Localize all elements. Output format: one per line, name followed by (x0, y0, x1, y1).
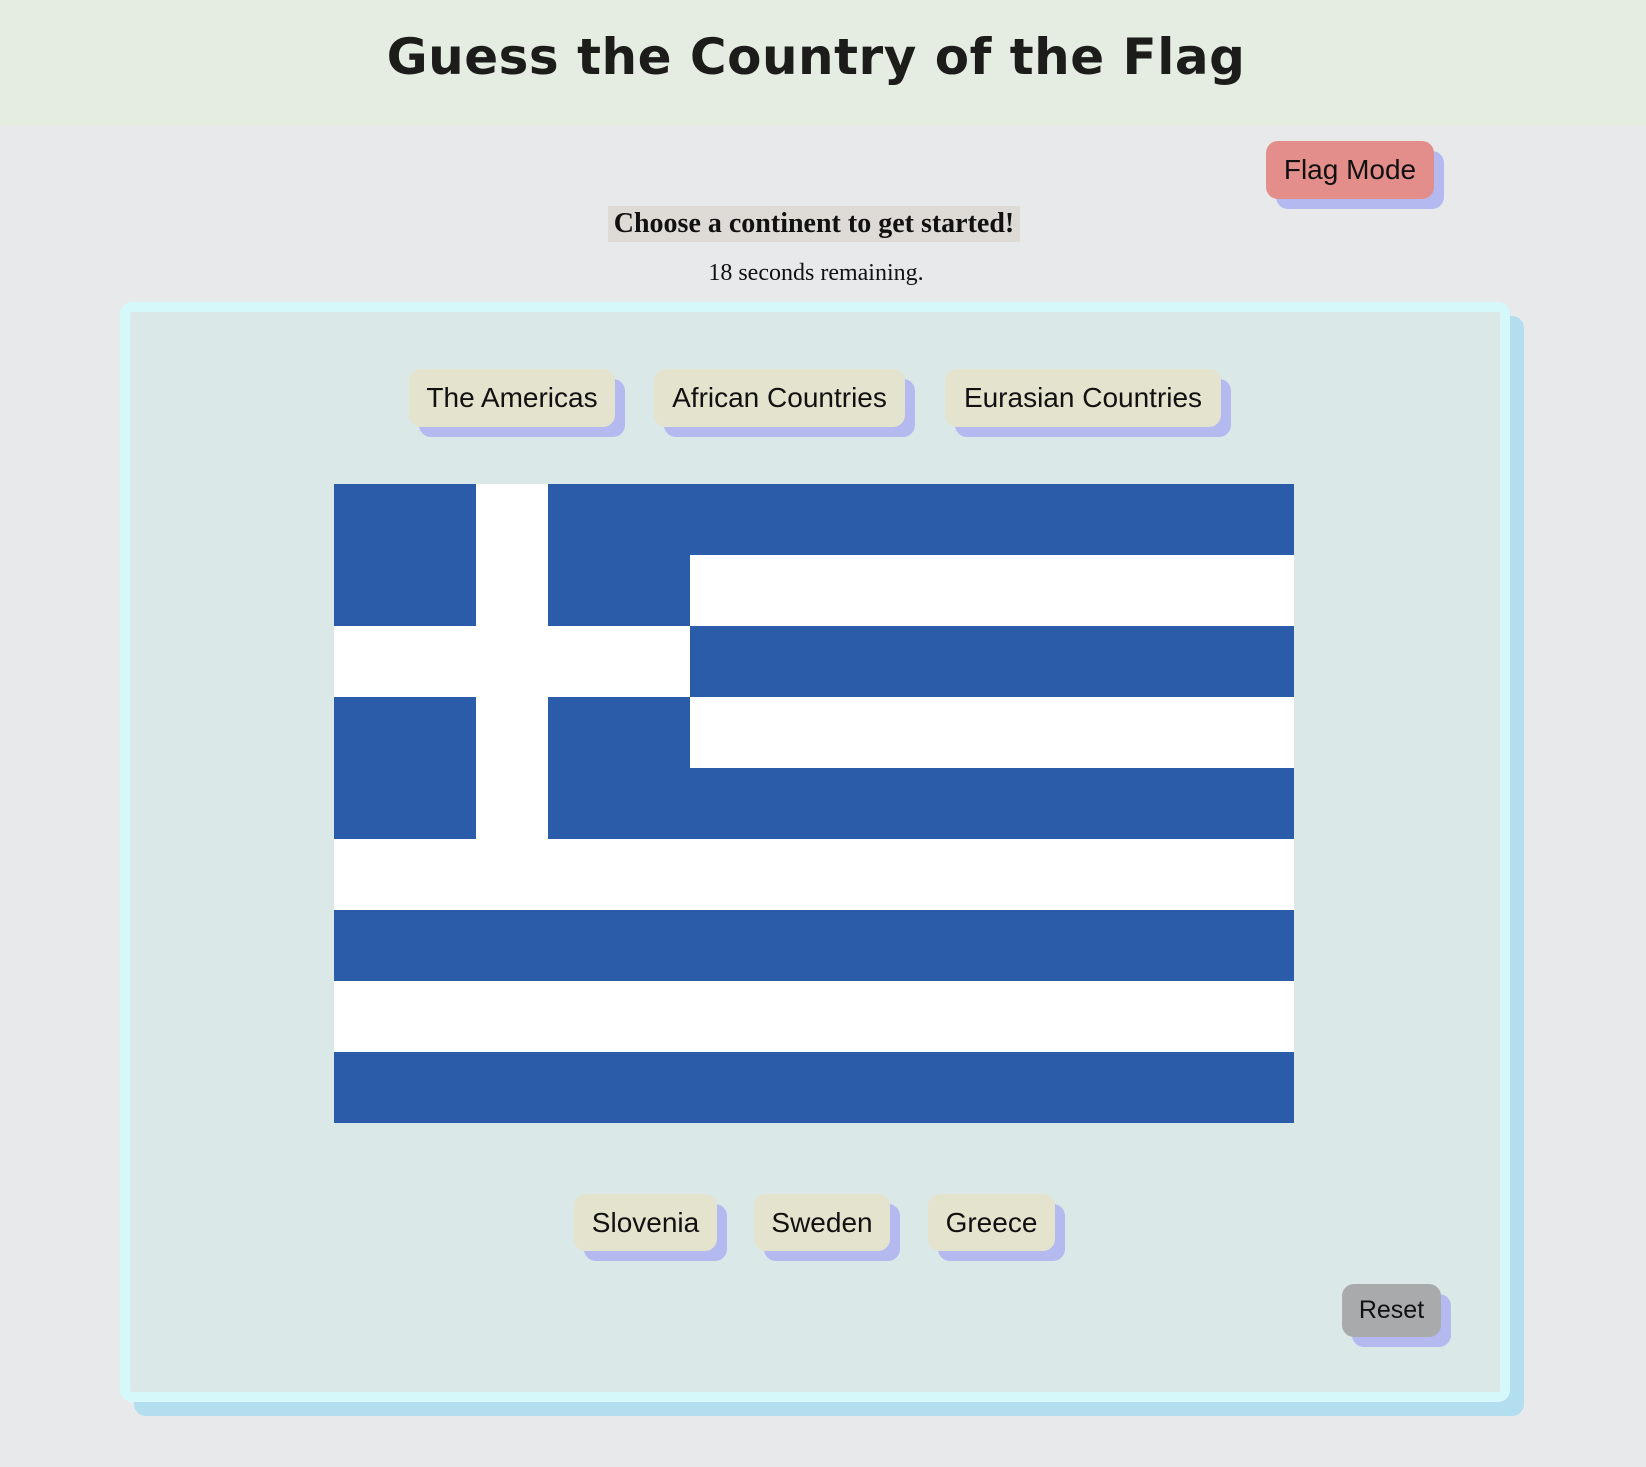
answer-button-slovenia[interactable]: Slovenia (574, 1194, 717, 1251)
status-prompt: Choose a continent to get started! (608, 206, 1020, 242)
flag-stripe (334, 1052, 1294, 1123)
continent-button-americas[interactable]: The Americas (409, 369, 615, 427)
header-bar: Guess the Country of the Flag (0, 0, 1646, 126)
continent-button-africa[interactable]: African Countries (654, 369, 905, 427)
answer-button-sweden[interactable]: Sweden (754, 1194, 890, 1251)
answer-button-greece[interactable]: Greece (928, 1194, 1055, 1251)
timer-text: 18 seconds remaining. (708, 260, 924, 286)
continent-button-eurasia[interactable]: Eurasian Countries (945, 369, 1221, 427)
reset-button[interactable]: Reset (1342, 1284, 1441, 1337)
flag-cross-horizontal (334, 626, 690, 697)
flag-image (334, 484, 1294, 1123)
flag-stripe (334, 910, 1294, 981)
flag-mode-button[interactable]: Flag Mode (1266, 141, 1434, 199)
page-title: Guess the Country of the Flag (386, 28, 1246, 86)
